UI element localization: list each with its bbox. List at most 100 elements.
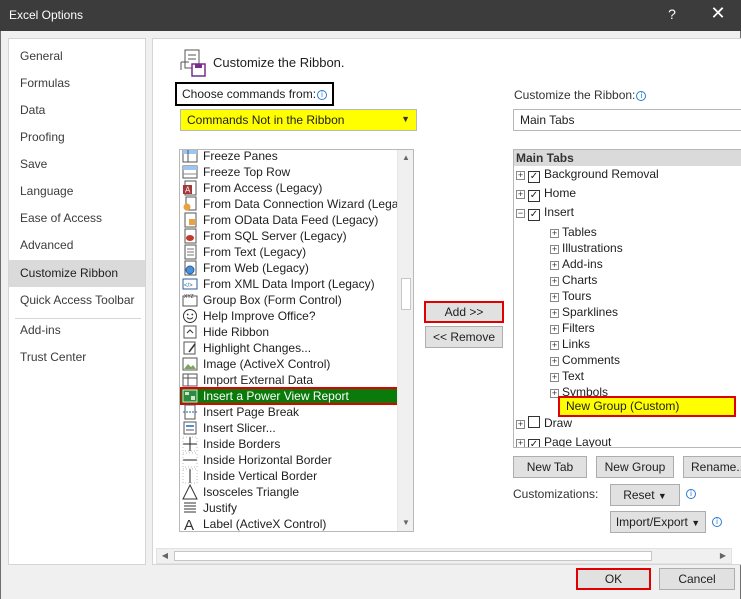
scroll-left-icon[interactable]: ◀	[157, 549, 173, 563]
sidebar-item-formulas[interactable]: Formulas	[9, 70, 145, 97]
tree-item-text[interactable]: + Text	[550, 369, 584, 385]
rename-button[interactable]: Rename...	[683, 456, 741, 478]
list-item[interactable]: Highlight Changes...	[180, 340, 398, 356]
reset-dropdown-button[interactable]: Reset ▼	[610, 484, 680, 506]
import-export-dropdown-button[interactable]: Import/Export ▼	[610, 511, 706, 533]
tree-item-comments[interactable]: + Comments	[550, 353, 620, 369]
horizontal-scrollbar[interactable]: ◀ ▶	[156, 548, 732, 564]
sidebar-item-quick-access-toolbar[interactable]: Quick Access Toolbar	[9, 287, 145, 314]
list-item[interactable]: From SQL Server (Legacy)	[180, 228, 398, 244]
list-item[interactable]: From Text (Legacy)	[180, 244, 398, 260]
expand-icon[interactable]: +	[550, 293, 559, 302]
cancel-button[interactable]: Cancel	[659, 568, 735, 590]
choose-commands-dropdown[interactable]: Commands Not in the Ribbon ▼	[180, 109, 417, 131]
checkbox-checked-icon[interactable]: ✓	[528, 439, 540, 447]
checkbox-unchecked-icon[interactable]	[528, 416, 540, 428]
scroll-up-icon[interactable]: ▲	[398, 150, 413, 166]
list-item[interactable]: Inside Horizontal Border	[180, 452, 398, 468]
tree-item-filters[interactable]: + Filters	[550, 321, 595, 337]
ribbon-tabs-tree[interactable]: Main Tabs + ✓ Background Removal + ✓ Home − ✓…	[513, 149, 741, 448]
list-item[interactable]: Import External Data	[180, 372, 398, 388]
expand-icon[interactable]: +	[550, 325, 559, 334]
list-item[interactable]: Help Improve Office?	[180, 308, 398, 324]
new-group-button[interactable]: New Group	[596, 456, 674, 478]
list-item[interactable]: From Web (Legacy)	[180, 260, 398, 276]
info-icon[interactable]: i	[712, 517, 722, 527]
checkbox-checked-icon[interactable]: ✓	[528, 209, 540, 221]
close-button[interactable]: ✕	[704, 3, 732, 24]
list-item[interactable]: Freeze Panes	[180, 150, 398, 164]
scroll-thumb[interactable]	[401, 278, 411, 310]
expand-icon[interactable]: +	[516, 420, 525, 429]
image-control-icon	[182, 357, 198, 371]
checkbox-checked-icon[interactable]: ✓	[528, 190, 540, 202]
expand-icon[interactable]: +	[516, 190, 525, 199]
collapse-icon[interactable]: −	[516, 209, 525, 218]
list-item[interactable]: </> From XML Data Import (Legacy)	[180, 276, 398, 292]
customize-ribbon-dropdown[interactable]: Main Tabs	[513, 109, 741, 131]
commands-scrollbar[interactable]: ▲ ▼	[397, 150, 413, 531]
scroll-right-icon[interactable]: ▶	[715, 549, 731, 563]
tree-item-tables[interactable]: + Tables	[550, 225, 597, 241]
sidebar-item-data[interactable]: Data	[9, 97, 145, 124]
sidebar-item-language[interactable]: Language	[9, 178, 145, 205]
list-item[interactable]: Image (ActiveX Control)	[180, 356, 398, 372]
tree-item-home[interactable]: + ✓ Home	[516, 186, 576, 202]
tree-item-illustrations[interactable]: + Illustrations	[550, 241, 623, 257]
tree-item-add-ins[interactable]: + Add-ins	[550, 257, 603, 273]
list-item[interactable]: XYZ Group Box (Form Control)	[180, 292, 398, 308]
expand-icon[interactable]: +	[516, 171, 525, 180]
sidebar-item-general[interactable]: General	[9, 43, 145, 70]
sidebar-item-proofing[interactable]: Proofing	[9, 124, 145, 151]
scroll-down-icon[interactable]: ▼	[398, 515, 413, 531]
list-item[interactable]: Justify	[180, 500, 398, 516]
tree-item-links[interactable]: + Links	[550, 337, 590, 353]
tree-item-insert[interactable]: − ✓ Insert	[516, 205, 574, 221]
add-button[interactable]: Add >>	[424, 301, 504, 323]
new-tab-button[interactable]: New Tab	[513, 456, 587, 478]
list-item[interactable]: From Data Connection Wizard (Legacy)	[180, 196, 413, 212]
list-item[interactable]: Freeze Top Row	[180, 164, 398, 180]
sidebar-item-add-ins[interactable]: Add-ins	[9, 317, 145, 344]
info-icon[interactable]: i	[317, 90, 328, 100]
tree-item-background-removal[interactable]: + ✓ Background Removal	[516, 167, 659, 183]
list-item[interactable]: A Label (ActiveX Control)	[180, 516, 398, 531]
tree-item-sparklines[interactable]: + Sparklines	[550, 305, 618, 321]
expand-icon[interactable]: +	[550, 357, 559, 366]
sidebar-item-advanced[interactable]: Advanced	[9, 232, 145, 259]
tree-item-page-layout[interactable]: + ✓ Page Layout	[516, 435, 611, 447]
expand-icon[interactable]: +	[550, 309, 559, 318]
tree-item-new-group-selected[interactable]: New Group (Custom)	[558, 396, 736, 417]
list-item[interactable]: Inside Borders	[180, 436, 398, 452]
expand-icon[interactable]: +	[550, 245, 559, 254]
tree-item-charts[interactable]: + Charts	[550, 273, 597, 289]
expand-icon[interactable]: +	[550, 373, 559, 382]
list-item[interactable]: Isosceles Triangle	[180, 484, 398, 500]
expand-icon[interactable]: +	[550, 341, 559, 350]
sidebar-item-trust-center[interactable]: Trust Center	[9, 344, 145, 371]
list-item[interactable]: Hide Ribbon	[180, 324, 398, 340]
ok-button[interactable]: OK	[576, 568, 651, 590]
list-item[interactable]: Inside Vertical Border	[180, 468, 398, 484]
expand-icon[interactable]: +	[550, 229, 559, 238]
expand-icon[interactable]: +	[550, 261, 559, 270]
list-item[interactable]: Insert Slicer...	[180, 420, 398, 436]
list-item[interactable]: Insert Page Break	[180, 404, 398, 420]
checkbox-checked-icon[interactable]: ✓	[528, 171, 540, 183]
commands-list[interactable]: Freeze Panes Freeze Top Row A From Acces…	[179, 149, 414, 532]
sidebar-item-ease-of-access[interactable]: Ease of Access	[9, 205, 145, 232]
info-icon[interactable]: i	[686, 489, 696, 499]
sidebar-item-save[interactable]: Save	[9, 151, 145, 178]
remove-button[interactable]: << Remove	[425, 326, 503, 348]
list-item-selected[interactable]: Insert a Power View Report	[180, 387, 399, 405]
tree-item-tours[interactable]: + Tours	[550, 289, 591, 305]
sidebar-item-customize-ribbon[interactable]: Customize Ribbon	[9, 260, 145, 287]
list-item[interactable]: From OData Data Feed (Legacy)	[180, 212, 398, 228]
list-item[interactable]: A From Access (Legacy)	[180, 180, 398, 196]
info-icon[interactable]: i	[636, 91, 647, 101]
scroll-thumb[interactable]	[174, 551, 652, 561]
tree-item-draw[interactable]: + Draw	[516, 416, 572, 432]
expand-icon[interactable]: +	[516, 439, 525, 447]
expand-icon[interactable]: +	[550, 277, 559, 286]
help-button[interactable]: ?	[660, 6, 684, 22]
